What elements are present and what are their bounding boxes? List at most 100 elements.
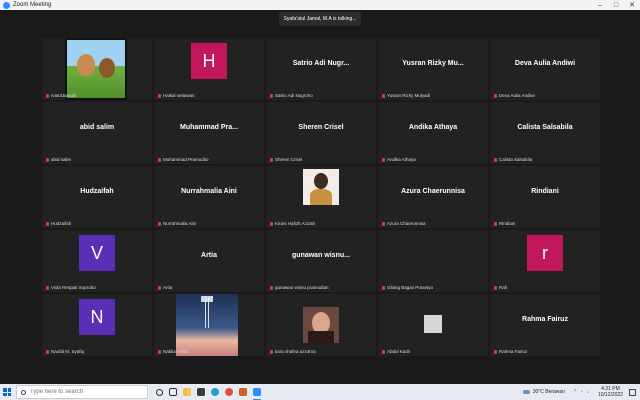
muted-mic-icon [46,93,49,98]
zoom-app-icon[interactable] [250,384,264,400]
chrome-icon[interactable] [222,384,236,400]
participant-display-name: Rindiani [531,188,559,195]
participant-tile[interactable]: tiara shafira azzahra [266,294,376,356]
participant-tile[interactable]: Rindiani Rindiani [490,166,600,228]
participant-tile[interactable]: Gilang Bagas Prasetyo [378,230,488,292]
talking-indicator: Syafa'atul Jamal, M.A is talking... [279,12,361,26]
participant-name: Haikal setiawan [163,93,195,98]
participant-tile[interactable]: abid salim abid salim [42,102,152,164]
participant-name-label: Abdul Kadir [382,349,410,354]
participant-tile[interactable]: H Haikal setiawan [154,38,264,100]
participant-tile[interactable]: N Naufal M. Syafiq [42,294,152,356]
participant-name-label: Nurrahmalia Aini [158,221,196,226]
participant-tile[interactable]: Satrio Adi Nugr... Satrio Adi Nugroho [266,38,376,100]
participant-name: Nurrahmalia Aini [163,221,197,226]
clock-date: 10/12/2022 [597,392,623,398]
participant-name: Rafi [499,285,508,290]
cortana-icon[interactable] [152,384,166,400]
muted-mic-icon [158,157,161,162]
participant-display-name: Artia [201,252,217,259]
participant-name-label: Rahma Fairuz [494,349,527,354]
participant-name: Viola Respati Suprobo [51,285,96,290]
participant-video-image [424,315,442,333]
participant-tile[interactable]: Rahma Fairuz Rahma Fairuz [490,294,600,356]
cloud-icon [522,390,530,394]
participant-tile[interactable]: Azura Chaerunnisa Azura Chaerunnisa [378,166,488,228]
clock[interactable]: 4:21 PM 10/12/2022 [598,386,623,398]
participant-tile[interactable]: Calista Salsabila Calista Salsabila [490,102,600,164]
participant-tile[interactable]: Kirani Hafizh Azizah [266,166,376,228]
participant-tile[interactable]: IvatulJannah [42,38,152,100]
participant-name: Azura Chaerunnisa [387,221,426,226]
participant-name: Satrio Adi Nugroho [275,93,313,98]
task-view-icon[interactable] [166,384,180,400]
muted-mic-icon [494,157,497,162]
participant-tile[interactable]: Hudzaifah Hudzaifah [42,166,152,228]
participant-tile[interactable]: Sheren Crisel Sheren Crisel [266,102,376,164]
network-icon[interactable]: ▫ [581,389,583,395]
start-button[interactable] [0,384,14,400]
taskbar-search[interactable] [16,385,148,399]
participant-display-name: Andika Athaya [408,124,458,131]
search-input[interactable] [30,389,140,395]
participant-name-label: Rindiani [494,221,515,226]
participant-video-image [176,294,238,356]
participant-name: Muhammad Pramudito [163,157,209,162]
participant-name-label: abid salim [46,157,71,162]
participant-name-label: IvatulJannah [46,93,77,98]
participant-name-label: Nabila Amira [158,349,189,354]
participant-tile[interactable]: Artia Artia [154,230,264,292]
participant-tile[interactable]: Deva Aulia Andiwi Deva Aulia Andiwi [490,38,600,100]
muted-mic-icon [382,221,385,226]
participant-name: Gilang Bagas Prasetyo [387,285,434,290]
participant-name: IvatulJannah [51,93,77,98]
muted-mic-icon [382,93,385,98]
participant-name-label: tiara shafira azzahra [270,349,316,354]
participant-name-label: Yusran Rizky Mulyadi [382,93,430,98]
participant-name-label: Deva Aulia Andiwi [494,93,535,98]
store-icon[interactable] [194,384,208,400]
search-icon [21,389,26,395]
muted-mic-icon [270,93,273,98]
participant-name: gunawan wisnu pramudian [275,285,329,290]
participant-tile[interactable]: r Rafi [490,230,600,292]
participant-tile[interactable]: Abdul Kadir [378,294,488,356]
participant-display-name: Yusran Rizky Mu... [402,60,464,67]
participant-tile[interactable]: Yusran Rizky Mu... Yusran Rizky Mulyadi [378,38,488,100]
file-explorer-icon[interactable] [180,384,194,400]
participant-name-label: Kirani Hafizh Azizah [270,221,315,226]
participant-name: abid salim [51,157,72,162]
muted-mic-icon [46,157,49,162]
participant-name: Andika Athaya [387,157,416,162]
maximize-icon[interactable]: □ [608,0,624,10]
participant-display-name: Sheren Crisel [298,124,344,131]
participant-name: Abdul Kadir [387,349,411,354]
muted-mic-icon [158,349,161,354]
participant-name: Deva Aulia Andiwi [499,93,535,98]
window-title: Zoom Meeting [13,2,52,8]
muted-mic-icon [382,349,385,354]
muted-mic-icon [494,349,497,354]
app-icon[interactable] [236,384,250,400]
participant-tile[interactable]: Muhammad Pra... Muhammad Pramudito [154,102,264,164]
participant-name: Yusran Rizky Mulyadi [387,93,431,98]
participant-tile[interactable]: Nurrahmalia Aini Nurrahmalia Aini [154,166,264,228]
participant-display-name: Deva Aulia Andiwi [514,60,576,67]
title-bar: Zoom Meeting – □ ✕ [0,0,640,10]
participant-tile[interactable]: gunawan wisnu... gunawan wisnu pramudian [266,230,376,292]
participant-tile[interactable]: V Viola Respati Suprobo [42,230,152,292]
participant-name-label: Azura Chaerunnisa [382,221,426,226]
edge-icon[interactable] [208,384,222,400]
notifications-icon[interactable] [629,388,636,396]
participant-tile[interactable]: Andika Athaya Andika Athaya [378,102,488,164]
close-icon[interactable]: ✕ [624,0,640,10]
muted-mic-icon [46,349,49,354]
volume-icon[interactable]: ♩ [587,389,592,395]
participant-tile[interactable]: Nabila Amira [154,294,264,356]
weather-widget[interactable]: 30°C Berawan [522,389,565,395]
avatar-initial: N [79,299,115,335]
minimize-icon[interactable]: – [592,0,608,10]
participant-name-label: Haikal setiawan [158,93,195,98]
avatar-initial: H [191,43,227,79]
chevron-up-icon[interactable]: ⌃ [573,389,577,395]
